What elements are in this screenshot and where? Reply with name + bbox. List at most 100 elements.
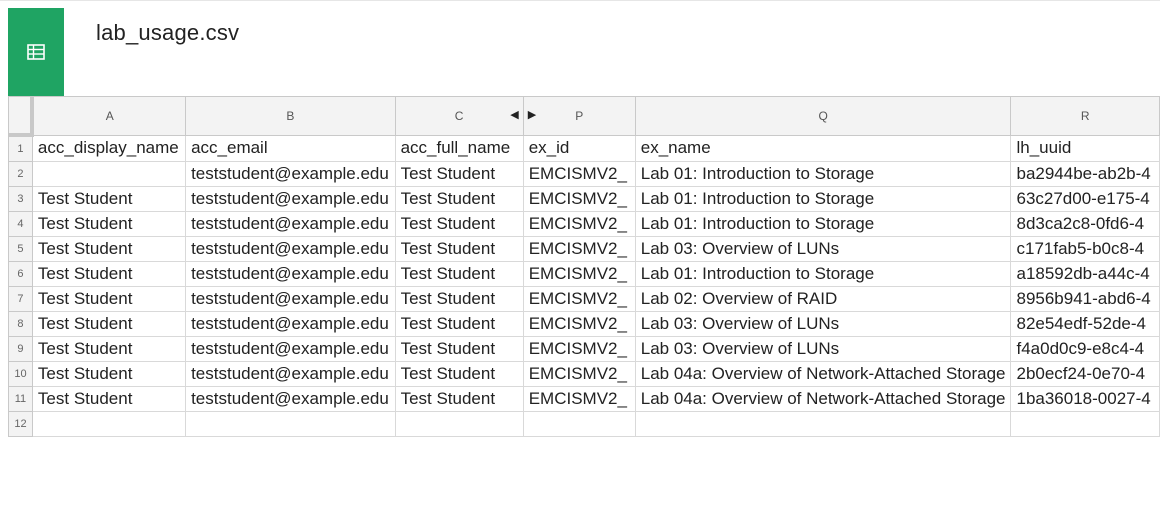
cell[interactable]: teststudent@example.edu xyxy=(185,386,396,412)
cell[interactable]: EMCISMV2_ xyxy=(522,186,636,212)
table-row: 12 xyxy=(8,411,1160,437)
cell[interactable]: EMCISMV2_ xyxy=(522,211,636,237)
row-header[interactable]: 10 xyxy=(8,361,33,387)
table-row: 5 Test Student teststudent@example.edu Test… xyxy=(8,236,1160,262)
cell[interactable] xyxy=(394,411,524,437)
cell[interactable]: Lab 04a: Overview of Network-Attached St… xyxy=(634,361,1012,387)
cell[interactable]: teststudent@example.edu xyxy=(185,211,396,237)
cell[interactable]: EMCISMV2_ xyxy=(522,386,636,412)
cell[interactable]: ex_id xyxy=(522,134,636,162)
column-header-a[interactable]: A xyxy=(31,96,187,136)
cell[interactable]: Test Student xyxy=(394,361,524,387)
cell[interactable]: Test Student xyxy=(31,211,187,237)
cell[interactable]: EMCISMV2_ xyxy=(522,161,636,187)
cell[interactable]: Lab 01: Introduction to Storage xyxy=(634,186,1012,212)
column-header-q[interactable]: Q xyxy=(634,96,1012,136)
cell[interactable]: teststudent@example.edu xyxy=(185,261,396,287)
hidden-columns-right-arrow-icon[interactable]: ▶ xyxy=(528,108,536,121)
row-header[interactable]: 5 xyxy=(8,236,33,262)
cell[interactable] xyxy=(31,161,187,187)
cell[interactable]: EMCISMV2_ xyxy=(522,261,636,287)
cell[interactable]: Test Student xyxy=(31,361,187,387)
cell[interactable]: Lab 01: Introduction to Storage xyxy=(634,211,1012,237)
cell[interactable]: EMCISMV2_ xyxy=(522,311,636,337)
cell[interactable]: teststudent@example.edu xyxy=(185,186,396,212)
cell[interactable] xyxy=(31,411,187,437)
cell[interactable]: Lab 04a: Overview of Network-Attached St… xyxy=(634,386,1012,412)
row-header[interactable]: 12 xyxy=(8,411,33,437)
cell[interactable]: acc_display_name xyxy=(31,134,187,162)
cell[interactable] xyxy=(1010,411,1160,437)
cell[interactable]: EMCISMV2_ xyxy=(522,236,636,262)
cell[interactable]: Test Student xyxy=(394,236,524,262)
row-header[interactable]: 9 xyxy=(8,336,33,362)
row-header[interactable]: 3 xyxy=(8,186,33,212)
cell[interactable]: Test Student xyxy=(394,161,524,187)
cell[interactable]: teststudent@example.edu xyxy=(185,311,396,337)
cell[interactable]: 8956b941-abd6-4 xyxy=(1010,286,1160,312)
cell[interactable]: lh_uuid xyxy=(1010,134,1160,162)
cell[interactable]: teststudent@example.edu xyxy=(185,286,396,312)
cell[interactable]: EMCISMV2_ xyxy=(522,361,636,387)
cell[interactable]: Test Student xyxy=(394,186,524,212)
cell[interactable]: acc_email xyxy=(185,134,396,162)
cell[interactable]: 63c27d00-e175-4 xyxy=(1010,186,1160,212)
cell[interactable]: Lab 01: Introduction to Storage xyxy=(634,261,1012,287)
cell[interactable]: teststudent@example.edu xyxy=(185,336,396,362)
cell[interactable]: Test Student xyxy=(394,386,524,412)
cell[interactable]: Test Student xyxy=(31,186,187,212)
cell[interactable]: f4a0d0c9-e8c4-4 xyxy=(1010,336,1160,362)
cell[interactable]: Test Student xyxy=(394,336,524,362)
cell[interactable]: EMCISMV2_ xyxy=(522,336,636,362)
cell[interactable]: Lab 03: Overview of LUNs xyxy=(634,236,1012,262)
cell[interactable]: Test Student xyxy=(31,386,187,412)
cell[interactable]: teststudent@example.edu xyxy=(185,161,396,187)
cell[interactable]: c171fab5-b0c8-4 xyxy=(1010,236,1160,262)
cell[interactable] xyxy=(185,411,396,437)
cell[interactable]: Test Student xyxy=(31,311,187,337)
file-title: lab_usage.csv xyxy=(96,20,240,45)
column-header-c[interactable]: C ◀ xyxy=(394,96,524,136)
spreadsheet-app-icon xyxy=(8,8,64,96)
cell[interactable]: Test Student xyxy=(394,286,524,312)
row-header[interactable]: 1 xyxy=(8,134,33,162)
row-header[interactable]: 11 xyxy=(8,386,33,412)
column-header-b[interactable]: B xyxy=(185,96,396,136)
cell[interactable] xyxy=(634,411,1012,437)
cell[interactable]: ex_name xyxy=(634,134,1012,162)
cell[interactable]: Test Student xyxy=(394,211,524,237)
cell[interactable]: 8d3ca2c8-0fd6-4 xyxy=(1010,211,1160,237)
cell[interactable]: 82e54edf-52de-4 xyxy=(1010,311,1160,337)
row-header[interactable]: 4 xyxy=(8,211,33,237)
cell[interactable]: teststudent@example.edu xyxy=(185,361,396,387)
cell[interactable]: Test Student xyxy=(31,286,187,312)
row-header[interactable]: 6 xyxy=(8,261,33,287)
cell[interactable] xyxy=(522,411,636,437)
column-header-r[interactable]: R xyxy=(1010,96,1160,136)
hidden-columns-left-arrow-icon[interactable]: ◀ xyxy=(510,108,518,121)
cell[interactable]: Test Student xyxy=(31,336,187,362)
cell[interactable]: Lab 03: Overview of LUNs xyxy=(634,336,1012,362)
spreadsheet-icon xyxy=(27,44,45,60)
cell[interactable]: Test Student xyxy=(394,311,524,337)
cell[interactable]: ba2944be-ab2b-4 xyxy=(1010,161,1160,187)
cell[interactable]: a18592db-a44c-4 xyxy=(1010,261,1160,287)
top-divider xyxy=(0,0,1160,1)
cell[interactable]: acc_full_name xyxy=(394,134,524,162)
cell[interactable]: Test Student xyxy=(31,261,187,287)
column-header-p[interactable]: ▶ P xyxy=(522,96,636,136)
cell[interactable]: EMCISMV2_ xyxy=(522,286,636,312)
cell[interactable]: Test Student xyxy=(394,261,524,287)
cell[interactable]: 2b0ecf24-0e70-4 xyxy=(1010,361,1160,387)
cell[interactable]: 1ba36018-0027-4 xyxy=(1010,386,1160,412)
row-header[interactable]: 2 xyxy=(8,161,33,187)
cell[interactable]: Lab 03: Overview of LUNs xyxy=(634,311,1012,337)
row-header[interactable]: 7 xyxy=(8,286,33,312)
row-header[interactable]: 8 xyxy=(8,311,33,337)
cell[interactable]: teststudent@example.edu xyxy=(185,236,396,262)
select-all-corner[interactable] xyxy=(8,96,35,137)
cell[interactable]: Test Student xyxy=(31,236,187,262)
table-row: 4 Test Student teststudent@example.edu Test… xyxy=(8,211,1160,237)
cell[interactable]: Lab 02: Overview of RAID xyxy=(634,286,1012,312)
cell[interactable]: Lab 01: Introduction to Storage xyxy=(634,161,1012,187)
